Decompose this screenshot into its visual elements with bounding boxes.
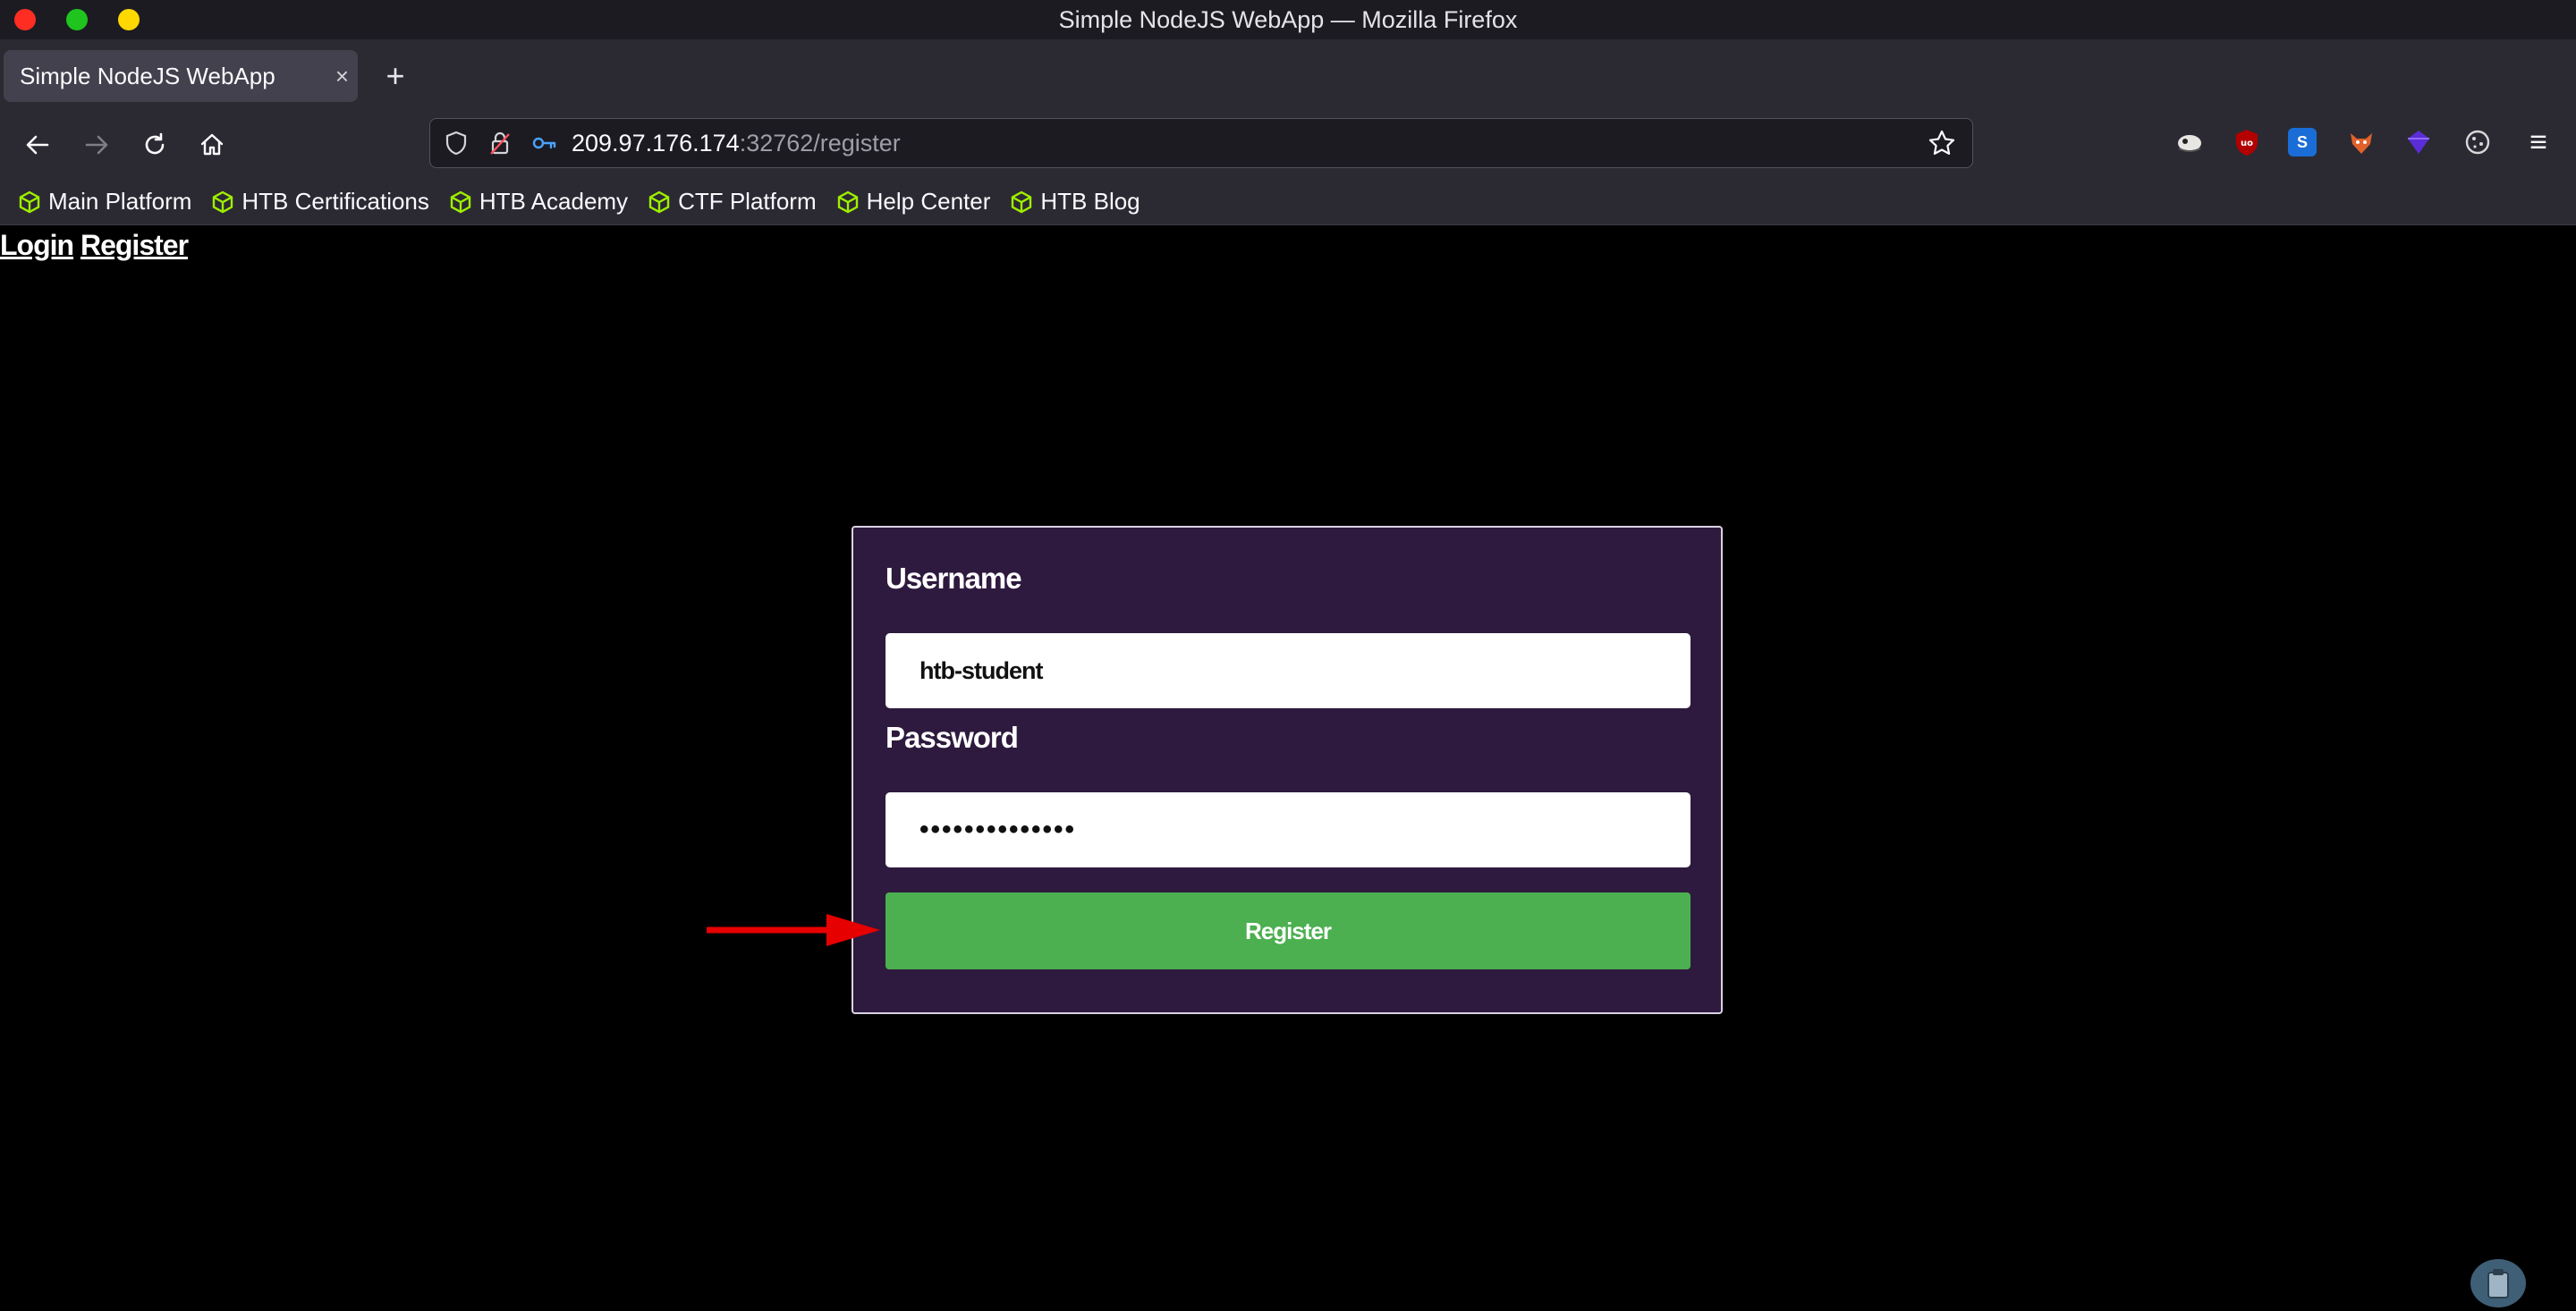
htb-cube-icon: [648, 190, 670, 213]
foxyproxy-extension-icon[interactable]: [2345, 126, 2377, 158]
shield-icon[interactable]: [443, 130, 470, 156]
bookmark-help-center[interactable]: Help Center: [836, 179, 991, 225]
tab-simple-nodejs-webapp[interactable]: Simple NodeJS WebApp ×: [4, 50, 358, 102]
url-host: 209.97.176.174: [572, 129, 740, 156]
bookmark-label: HTB Academy: [479, 188, 629, 215]
bookmark-ctf-platform[interactable]: CTF Platform: [648, 179, 817, 225]
home-icon[interactable]: [194, 127, 230, 163]
password-input[interactable]: ••••••••••••••: [886, 792, 1690, 867]
bookmark-label: HTB Certifications: [242, 188, 429, 215]
register-form-card: Username htb-student Password ••••••••••…: [852, 526, 1723, 1014]
password-label: Password: [886, 721, 1019, 754]
page-top-nav: Login Register: [0, 229, 189, 262]
username-label: Username: [886, 562, 1022, 595]
bookmark-htb-certifications[interactable]: HTB Certifications: [211, 179, 429, 225]
htb-cube-icon: [1012, 190, 1032, 213]
htb-cube-icon: [19, 190, 40, 213]
htb-cube-icon: [450, 190, 471, 213]
annotation-arrow-icon: [707, 914, 880, 946]
close-window-button[interactable]: [14, 9, 36, 30]
bookmark-htb-academy[interactable]: HTB Academy: [449, 179, 628, 225]
window-title: Simple NodeJS WebApp — Mozilla Firefox: [1058, 6, 1518, 33]
star-icon[interactable]: [1928, 129, 1956, 157]
bookmark-main-platform[interactable]: Main Platform: [18, 179, 191, 225]
key-icon[interactable]: [530, 130, 557, 156]
wappalyzer-extension-icon[interactable]: [2402, 126, 2435, 158]
maximize-window-button[interactable]: [118, 9, 140, 30]
forward-icon[interactable]: [79, 127, 114, 163]
htb-cube-icon: [213, 190, 233, 213]
minimize-window-button[interactable]: [66, 9, 88, 30]
reload-icon[interactable]: [137, 127, 173, 163]
bookmark-label: CTF Platform: [678, 188, 817, 215]
svg-text:uo: uo: [2241, 139, 2253, 148]
window-titlebar: Simple NodeJS WebApp — Mozilla Firefox: [0, 0, 2576, 39]
tab-title: Simple NodeJS WebApp: [20, 63, 275, 89]
bookmark-label: HTB Blog: [1040, 188, 1140, 215]
url-path: :32762/register: [739, 129, 901, 156]
bookmark-htb-blog[interactable]: HTB Blog: [1010, 179, 1140, 225]
back-icon[interactable]: [20, 127, 55, 163]
username-input[interactable]: htb-student: [886, 633, 1690, 708]
bookmark-label: Help Center: [866, 188, 991, 215]
hamburger-menu-icon[interactable]: ≡: [2522, 125, 2555, 159]
register-link[interactable]: Register: [80, 229, 189, 261]
ublock-extension-icon[interactable]: uo: [2231, 126, 2263, 158]
new-tab-button[interactable]: +: [376, 54, 415, 98]
htb-cube-icon: [837, 190, 858, 213]
s-extension-icon[interactable]: S: [2288, 128, 2317, 156]
bookmarks-toolbar: Main Platform HTB Certifications HTB Aca…: [0, 179, 2576, 225]
url-bar[interactable]: 209.97.176.174:32762/register: [429, 118, 1973, 168]
tab-close-icon[interactable]: ×: [335, 50, 349, 102]
login-link[interactable]: Login: [0, 229, 74, 261]
clipboard-icon[interactable]: [2470, 1259, 2526, 1307]
chameleon-extension-icon[interactable]: [2174, 126, 2206, 158]
lock-icon[interactable]: [487, 130, 513, 156]
bookmark-label: Main Platform: [48, 188, 192, 215]
cookie-extension-icon[interactable]: [2462, 126, 2494, 158]
register-button[interactable]: Register: [886, 892, 1690, 969]
